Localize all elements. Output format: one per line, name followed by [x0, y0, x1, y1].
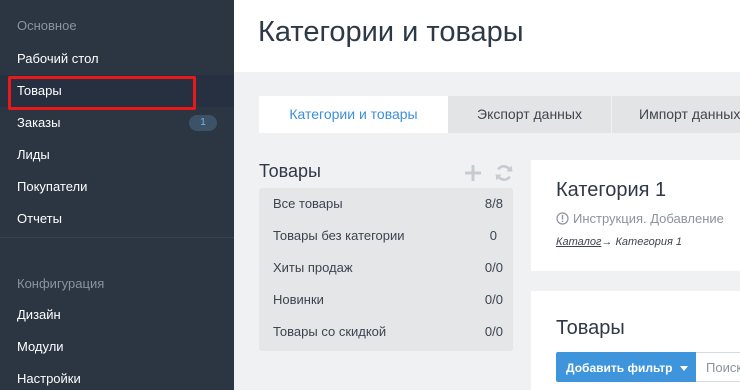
breadcrumb-catalog-link[interactable]: Каталог [556, 236, 601, 248]
sidebar-item-orders[interactable]: Заказы 1 [0, 107, 234, 139]
breadcrumb: Каталог→ Категория 1 [556, 236, 682, 248]
add-filter-button[interactable]: Добавить фильтр [556, 352, 696, 382]
sidebar-item-label: Покупатели [17, 179, 88, 194]
page-header: Категории и товары [234, 0, 740, 72]
instruction-line[interactable]: Инструкция. Добавление [556, 211, 724, 228]
sidebar-item-reports[interactable]: Отчеты [0, 203, 234, 235]
add-filter-label: Добавить фильтр [566, 361, 673, 375]
tab-import[interactable]: Импорт данных [612, 96, 740, 133]
category-row-all[interactable]: Все товары 8/8 [259, 188, 513, 220]
info-icon [556, 212, 569, 228]
selection-highlight [8, 76, 196, 110]
tab-categories-products[interactable]: Категории и товары [259, 96, 448, 133]
sidebar: Основное Рабочий стол Товары Заказы 1 Ли… [0, 0, 234, 390]
category-count: 0/0 [484, 260, 503, 275]
sidebar-item-leads[interactable]: Лиды [0, 139, 234, 171]
category-count: 0/0 [484, 324, 503, 339]
search-input[interactable] [696, 352, 740, 382]
category-name: Все товары [273, 196, 343, 211]
sidebar-item-dashboard[interactable]: Рабочий стол [0, 43, 234, 75]
chevron-down-icon [679, 352, 688, 382]
category-card: Категория 1 Инструкция. Добавление Катал… [531, 160, 740, 271]
sidebar-item-label: Заказы [17, 115, 61, 130]
category-name: Хиты продаж [273, 260, 353, 275]
sidebar-item-modules[interactable]: Модули [0, 331, 234, 363]
sidebar-divider [0, 237, 234, 238]
category-title: Категория 1 [556, 179, 667, 201]
category-name: Товары со скидкой [273, 324, 387, 339]
products-panel-title: Товары [259, 161, 321, 181]
category-row-bestsellers[interactable]: Хиты продаж 0/0 [259, 252, 513, 284]
sidebar-item-label: Модули [17, 339, 64, 354]
sidebar-item-label: Рабочий стол [17, 51, 99, 66]
category-row-discount[interactable]: Товары со скидкой 0/0 [259, 316, 513, 348]
sidebar-item-customers[interactable]: Покупатели [0, 171, 234, 203]
breadcrumb-arrow: → [601, 236, 613, 248]
sidebar-item-label: Настройки [17, 371, 81, 386]
products-card-title: Товары [556, 317, 625, 339]
orders-count-badge: 1 [189, 115, 217, 131]
plus-icon[interactable] [463, 163, 483, 183]
category-count: 8/8 [484, 196, 503, 211]
sidebar-item-label: Отчеты [17, 211, 62, 226]
category-count: 0 [489, 228, 497, 243]
sidebar-item-label: Лиды [17, 147, 50, 162]
sidebar-item-label: Дизайн [17, 307, 61, 322]
products-card: Товары Добавить фильтр [531, 291, 740, 390]
tab-export[interactable]: Экспорт данных [448, 96, 611, 133]
sidebar-item-settings[interactable]: Настройки [0, 363, 234, 390]
category-name: Товары без категории [273, 228, 405, 243]
category-row-uncategorized[interactable]: Товары без категории 0 [259, 220, 513, 252]
refresh-icon[interactable] [494, 163, 514, 183]
category-name: Новинки [273, 292, 324, 307]
page-title: Категории и товары [258, 16, 524, 48]
sidebar-section-main: Основное [17, 18, 77, 33]
category-count: 0/0 [484, 292, 503, 307]
category-row-new[interactable]: Новинки 0/0 [259, 284, 513, 316]
sidebar-item-design[interactable]: Дизайн [0, 299, 234, 331]
category-list: Все товары 8/8 Товары без категории 0 Хи… [259, 188, 513, 351]
sidebar-section-config: Конфигурация [17, 276, 105, 291]
instruction-text: Инструкция. Добавление [573, 211, 724, 226]
breadcrumb-current: Категория 1 [612, 236, 683, 248]
